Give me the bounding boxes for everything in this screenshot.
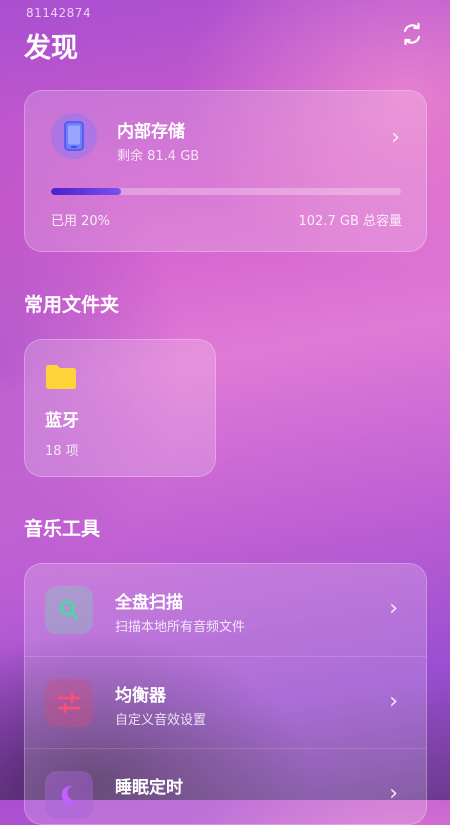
storage-remaining: 剩余 81.4 GB — [117, 149, 200, 164]
tool-title: 睡眠定时 — [115, 778, 183, 798]
page-title: 发现 — [24, 33, 78, 64]
chevron-right-icon: › — [391, 125, 400, 150]
tool-subtitle: 扫描本地所有音频文件 — [115, 620, 246, 635]
refresh-icon[interactable] — [400, 22, 424, 46]
folders-section-title: 常用文件夹 — [24, 294, 120, 316]
folder-name: 蓝牙 — [45, 411, 79, 431]
tools-section-title: 音乐工具 — [24, 518, 101, 540]
tool-equalizer[interactable]: 均衡器 自定义音效设置 › — [25, 656, 426, 749]
storage-title: 内部存储 — [117, 122, 185, 142]
storage-total: 102.7 GB 总容量 — [298, 214, 402, 229]
folder-item-count: 18 项 — [45, 444, 79, 459]
moon-icon — [45, 771, 93, 819]
chevron-right-icon: › — [389, 596, 398, 621]
chevron-right-icon: › — [389, 689, 398, 714]
search-icon — [45, 586, 93, 634]
storage-used: 已用 20% — [51, 214, 111, 229]
phone-icon — [51, 113, 97, 159]
tool-sleep-timer[interactable]: 睡眠定时 › — [25, 748, 426, 824]
storage-progress-fill — [51, 188, 121, 195]
equalizer-icon — [45, 679, 93, 727]
tool-subtitle: 自定义音效设置 — [115, 713, 207, 728]
tool-title: 均衡器 — [115, 686, 166, 706]
music-tools-card: 全盘扫描 扫描本地所有音频文件 › 均衡器 自定义音效设置 › 睡眠定时 › — [24, 563, 427, 825]
folder-icon — [46, 365, 76, 389]
storage-progress-bar — [51, 188, 401, 195]
tool-full-scan[interactable]: 全盘扫描 扫描本地所有音频文件 › — [25, 564, 426, 656]
status-id-text: 81142874 — [26, 6, 92, 20]
internal-storage-card[interactable]: 内部存储 剩余 81.4 GB › 已用 20% 102.7 GB 总容量 — [24, 90, 427, 252]
chevron-right-icon: › — [389, 781, 398, 806]
tool-title: 全盘扫描 — [115, 593, 183, 613]
folder-card-bluetooth[interactable]: 蓝牙 18 项 — [24, 339, 216, 477]
